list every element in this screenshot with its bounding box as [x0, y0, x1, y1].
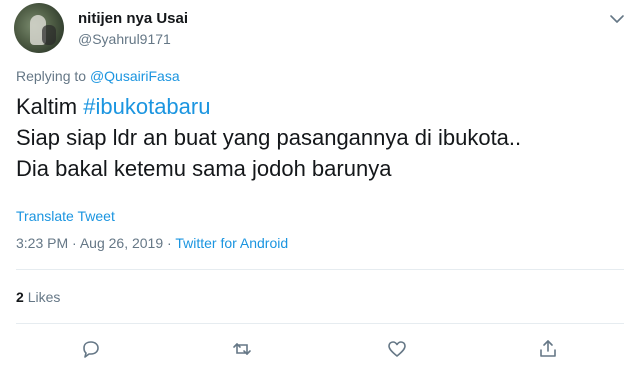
meta-separator: ·: [167, 235, 172, 251]
tweet-line3: Dia bakal ketemu sama jodoh barunya: [16, 156, 392, 181]
divider: [16, 269, 624, 270]
avatar[interactable]: [14, 3, 64, 53]
tweet-meta: 3:23 PM · Aug 26, 2019 · Twitter for And…: [16, 235, 288, 251]
author-handle[interactable]: @Syahrul9171: [78, 31, 171, 47]
likes-stat[interactable]: 2 Likes: [16, 289, 60, 305]
author-display-name[interactable]: nitijen nya Usai: [78, 10, 188, 27]
likes-label: Likes: [27, 289, 61, 305]
replying-to-label: Replying to: [16, 68, 87, 84]
tweet-source-link[interactable]: Twitter for Android: [175, 235, 288, 251]
tweet-time[interactable]: 3:23 PM: [16, 235, 68, 251]
like-icon[interactable]: [386, 338, 408, 360]
translate-tweet-link[interactable]: Translate Tweet: [16, 208, 115, 224]
meta-separator: ·: [72, 235, 77, 251]
likes-count: 2: [16, 289, 24, 305]
replying-to: Replying to @QusairiFasa: [16, 68, 180, 84]
avatar-figure-shadow: [42, 25, 56, 45]
tweet-line2: Siap siap ldr an buat yang pasangannya d…: [16, 125, 522, 150]
share-icon[interactable]: [537, 338, 559, 360]
tweet-text: Kaltim #ibukotabaru Siap siap ldr an bua…: [16, 91, 521, 184]
reply-icon[interactable]: [80, 338, 102, 360]
reply-mention-link[interactable]: @QusairiFasa: [90, 68, 180, 84]
hashtag-link[interactable]: #ibukotabaru: [83, 94, 210, 119]
divider: [16, 323, 624, 324]
chevron-down-icon[interactable]: [609, 12, 625, 26]
tweet-line1-prefix: Kaltim: [16, 94, 84, 119]
tweet-date[interactable]: Aug 26, 2019: [80, 235, 163, 251]
retweet-icon[interactable]: [231, 338, 253, 360]
